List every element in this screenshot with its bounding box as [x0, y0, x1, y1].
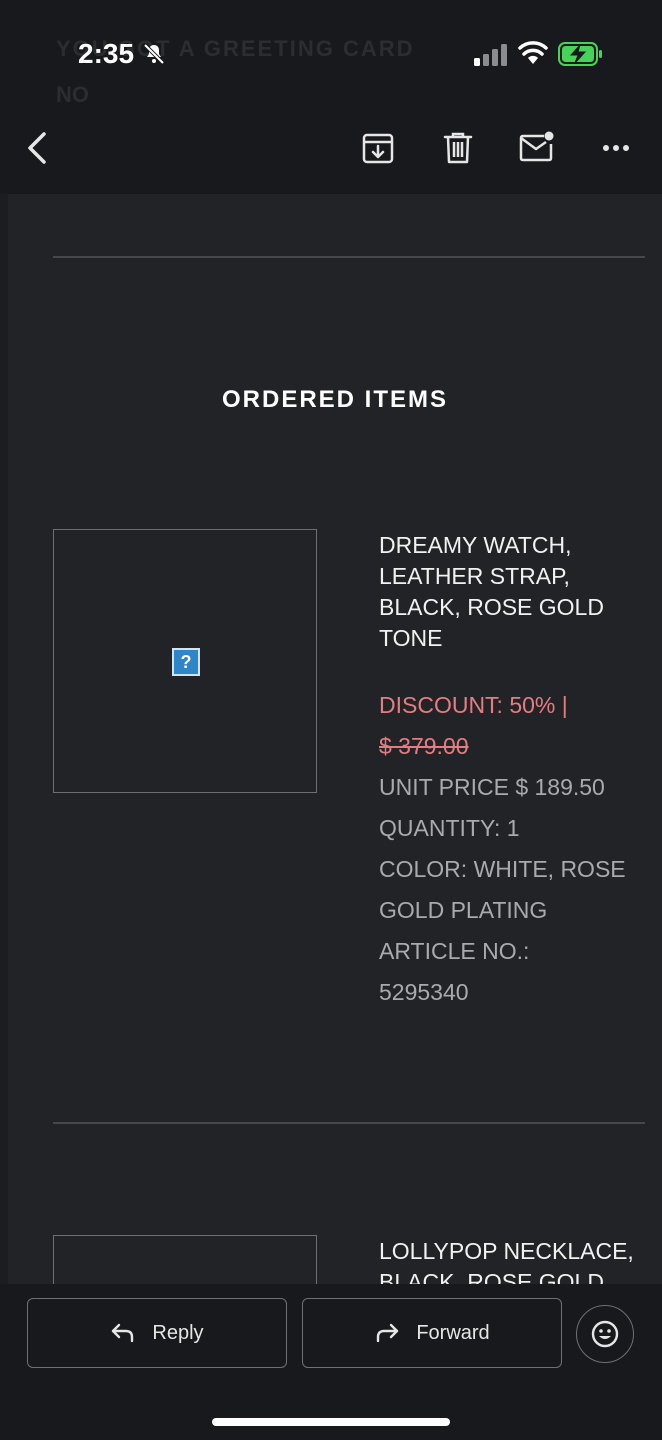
product-name-line: TONE	[379, 625, 443, 651]
forward-button[interactable]: Forward	[302, 1298, 562, 1368]
article-label: ARTICLE NO.:	[379, 938, 530, 964]
home-indicator[interactable]	[212, 1418, 450, 1426]
reply-button[interactable]: Reply	[27, 1298, 287, 1368]
more-options-icon[interactable]	[596, 128, 636, 168]
section-divider	[53, 256, 645, 258]
forward-label: Forward	[416, 1321, 490, 1344]
product-image-frame[interactable]	[53, 1235, 317, 1284]
cellular-signal-icon	[474, 44, 507, 66]
quantity: QUANTITY: 1	[379, 815, 520, 841]
product-details: DISCOUNT: 50% | $ 379.00 UNIT PRICE $ 18…	[379, 685, 649, 1013]
discount-label: DISCOUNT: 50% |	[379, 692, 568, 718]
broken-image-icon: ?	[172, 648, 200, 676]
wifi-icon	[518, 41, 548, 64]
trash-icon[interactable]	[438, 128, 478, 168]
archive-icon[interactable]	[358, 128, 398, 168]
battery-charging-icon	[558, 42, 602, 66]
subject-ghost-text-2: NO	[56, 82, 89, 107]
color-line: GOLD PLATING	[379, 897, 548, 923]
article-number: 5295340	[379, 979, 469, 1005]
smiley-icon	[591, 1320, 619, 1348]
back-chevron-icon[interactable]	[20, 128, 56, 168]
email-body[interactable]: ORDERED ITEMS ? DREAMY WATCH, LEATHER ST…	[8, 194, 662, 1284]
bell-muted-icon	[143, 43, 165, 65]
color-line: COLOR: WHITE, ROSE	[379, 856, 626, 882]
reply-label: Reply	[152, 1321, 204, 1344]
product-name[interactable]: DREAMY WATCH, LEATHER STRAP, BLACK, ROSE…	[379, 530, 649, 654]
product-name[interactable]: LOLLYPOP NECKLACE, BLACK, ROSE GOLD	[379, 1236, 649, 1284]
product-name-line: BLACK, ROSE GOLD	[379, 1269, 604, 1284]
product-name-line: LOLLYPOP NECKLACE,	[379, 1238, 634, 1264]
emoji-reaction-button[interactable]	[576, 1305, 634, 1363]
mail-unread-icon[interactable]	[516, 128, 556, 168]
bottom-action-bar: Reply Forward	[0, 1284, 662, 1440]
product-name-line: DREAMY WATCH,	[379, 532, 572, 558]
product-name-line: BLACK, ROSE GOLD	[379, 594, 604, 620]
forward-arrow-icon	[377, 1323, 399, 1343]
status-time: 2:35	[78, 38, 135, 69]
reply-arrow-icon	[112, 1323, 134, 1343]
section-title: ORDERED ITEMS	[221, 386, 448, 413]
unit-price: UNIT PRICE $ 189.50	[379, 774, 605, 800]
original-price: $ 379.00	[379, 733, 469, 759]
product-name-line: LEATHER STRAP,	[379, 563, 570, 589]
top-bar: YOU GOT A GREETING CARD NO 2:35	[0, 0, 662, 194]
section-divider	[53, 1122, 645, 1124]
